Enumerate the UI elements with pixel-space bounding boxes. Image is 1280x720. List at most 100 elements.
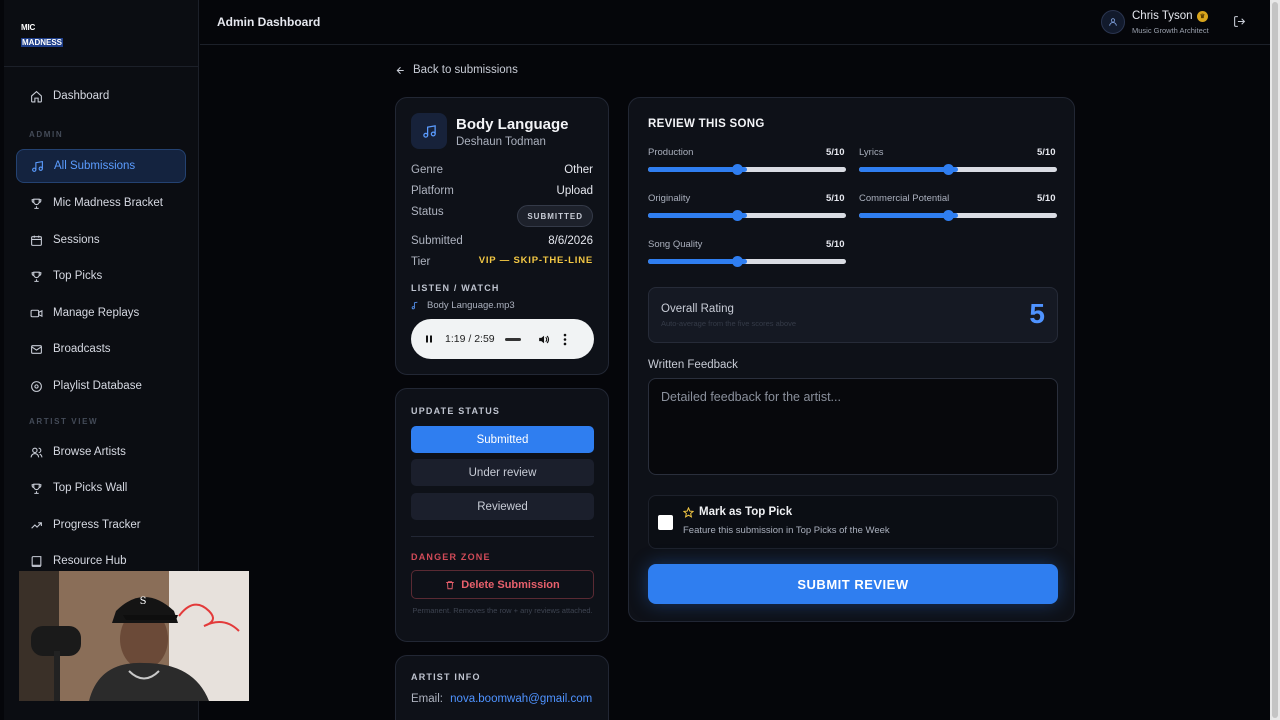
sidebar-item-manage-replays[interactable]: Manage Replays — [16, 296, 186, 330]
page-title: Admin Dashboard — [217, 15, 321, 29]
sidebar-item-label: Mic Madness Bracket — [53, 197, 163, 209]
slider-track[interactable] — [648, 210, 846, 221]
home-icon — [29, 89, 44, 104]
divider — [411, 536, 594, 537]
slider-value: 5/10 — [826, 193, 845, 204]
star-icon — [683, 506, 694, 518]
slider-thumb[interactable] — [943, 210, 955, 221]
slider-thumb[interactable] — [732, 164, 744, 175]
file-name: Body Language.mp3 — [427, 300, 515, 311]
sidebar-item-label: Resource Hub — [53, 555, 127, 567]
trending-up-icon — [29, 518, 44, 533]
sidebar-item-broadcasts[interactable]: Broadcasts — [16, 332, 186, 366]
written-feedback-label: Written Feedback — [648, 359, 738, 371]
page-scrollbar[interactable] — [1270, 0, 1280, 720]
slider-track[interactable] — [648, 164, 846, 175]
trophy-icon — [29, 196, 44, 211]
sidebar-item-dashboard[interactable]: Dashboard — [16, 79, 186, 113]
avatar[interactable] — [1101, 10, 1125, 34]
review-title: REVIEW THIS SONG — [648, 118, 765, 130]
pause-icon[interactable] — [423, 333, 435, 345]
more-options-icon[interactable] — [563, 333, 567, 346]
logo-line2: MADNESS — [21, 38, 64, 47]
slider-track[interactable] — [648, 256, 846, 267]
sidebar-item-label: All Submissions — [54, 160, 136, 172]
svg-text:S: S — [140, 596, 147, 607]
sidebar-item-browse-artists[interactable]: Browse Artists — [16, 435, 186, 469]
genre-label: Genre — [411, 164, 443, 176]
music-note-icon — [411, 301, 418, 310]
player-time: 1:19 / 2:59 — [445, 333, 495, 345]
slider-thumb[interactable] — [943, 164, 955, 175]
status-reviewed-button[interactable]: Reviewed — [411, 493, 594, 520]
mic-madness-logo[interactable]: MIC MADNESS — [21, 24, 64, 47]
status-under-review-button[interactable]: Under review — [411, 459, 594, 486]
users-icon — [29, 445, 44, 460]
slider-track[interactable] — [859, 164, 1057, 175]
sidebar-item-label: Browse Artists — [53, 446, 126, 458]
trophy-icon — [29, 269, 44, 284]
trophy-icon — [29, 481, 44, 496]
trash-icon — [446, 580, 455, 589]
song-artist: Deshaun Todman — [456, 136, 546, 148]
user-name: Chris Tyson — [1132, 10, 1193, 22]
player-progress-bar[interactable] — [504, 337, 521, 341]
slider-label: Lyrics — [859, 147, 884, 158]
sidebar-item-top-picks-wall[interactable]: Top Picks Wall — [16, 471, 186, 505]
delete-button-label: Delete Submission — [461, 578, 560, 591]
update-status-card: UPDATE STATUS Submitted Under review Rev… — [395, 388, 609, 642]
overall-rating-subtext: Auto-average from the five scores above — [661, 319, 797, 328]
book-icon — [29, 554, 44, 569]
sidebar-item-progress-tracker[interactable]: Progress Tracker — [16, 508, 186, 542]
volume-icon[interactable] — [537, 333, 550, 346]
sidebar-item-top-picks[interactable]: Top Picks — [16, 259, 186, 293]
review-card: REVIEW THIS SONG Production 5/10 Lyrics 5/1… — [628, 97, 1075, 622]
sidebar-item-playlist-database[interactable]: Playlist Database — [16, 369, 186, 403]
top-pick-checkbox[interactable] — [658, 515, 673, 530]
back-link-label: Back to submissions — [413, 64, 518, 76]
sidebar-item-mic-madness-bracket[interactable]: Mic Madness Bracket — [16, 186, 186, 220]
listen-watch-label: LISTEN / WATCH — [411, 283, 500, 293]
overall-rating-box: Overall Rating Auto-average from the fiv… — [648, 287, 1058, 343]
logout-icon[interactable] — [1233, 15, 1247, 29]
calendar-icon — [29, 233, 44, 248]
top-pick-title-row: Mark as Top Pick — [683, 506, 792, 518]
delete-submission-button[interactable]: Delete Submission — [411, 570, 594, 599]
artist-email-link[interactable]: nova.boomwah@gmail.com — [450, 693, 592, 705]
top-pick-option: Mark as Top Pick Feature this submission… — [648, 495, 1058, 549]
back-to-submissions-link[interactable]: Back to submissions — [395, 64, 518, 76]
sidebar-item-label: Manage Replays — [53, 307, 140, 319]
slider-thumb[interactable] — [732, 256, 744, 267]
danger-note: Permanent. Removes the row + any reviews… — [412, 606, 593, 615]
overall-rating-label: Overall Rating — [661, 303, 734, 315]
sidebar-item-label: Sessions — [53, 234, 100, 246]
sidebar-item-all-submissions[interactable]: All Submissions — [16, 149, 186, 183]
sidebar-item-label: Progress Tracker — [53, 519, 141, 531]
video-icon — [29, 306, 44, 321]
submit-review-button[interactable]: SUBMIT REVIEW — [648, 564, 1058, 604]
artist-info-label: ARTIST INFO — [411, 672, 481, 682]
webcam-video-image: S — [19, 571, 249, 701]
update-status-label: UPDATE STATUS — [411, 406, 501, 416]
music-note-icon — [30, 159, 45, 174]
scrollbar-thumb[interactable] — [1272, 2, 1278, 718]
platform-label: Platform — [411, 185, 454, 197]
song-info-card: Body Language Deshaun Todman Genre Other… — [395, 97, 609, 375]
slider-value: 5/10 — [826, 147, 845, 158]
slider-track[interactable] — [859, 210, 1057, 221]
user-role: Music Growth Architect — [1132, 26, 1209, 35]
user-icon — [1109, 18, 1117, 26]
sidebar-item-label: Broadcasts — [53, 343, 111, 355]
audio-player[interactable]: 1:19 / 2:59 — [411, 319, 594, 359]
top-pick-title: Mark as Top Pick — [699, 506, 793, 518]
arrow-left-icon — [396, 66, 404, 74]
slider-thumb[interactable] — [732, 210, 744, 221]
sidebar-item-label: Playlist Database — [53, 380, 142, 392]
sidebar-item-sessions[interactable]: Sessions — [16, 223, 186, 257]
tier-label: Tier — [411, 256, 431, 268]
nav-section-admin: ADMIN — [29, 130, 64, 139]
status-label: Status — [411, 206, 444, 218]
status-submitted-button[interactable]: Submitted — [411, 426, 594, 453]
written-feedback-textarea[interactable]: Detailed feedback for the artist... — [648, 378, 1058, 475]
submitted-date: 8/6/2026 — [548, 235, 593, 247]
